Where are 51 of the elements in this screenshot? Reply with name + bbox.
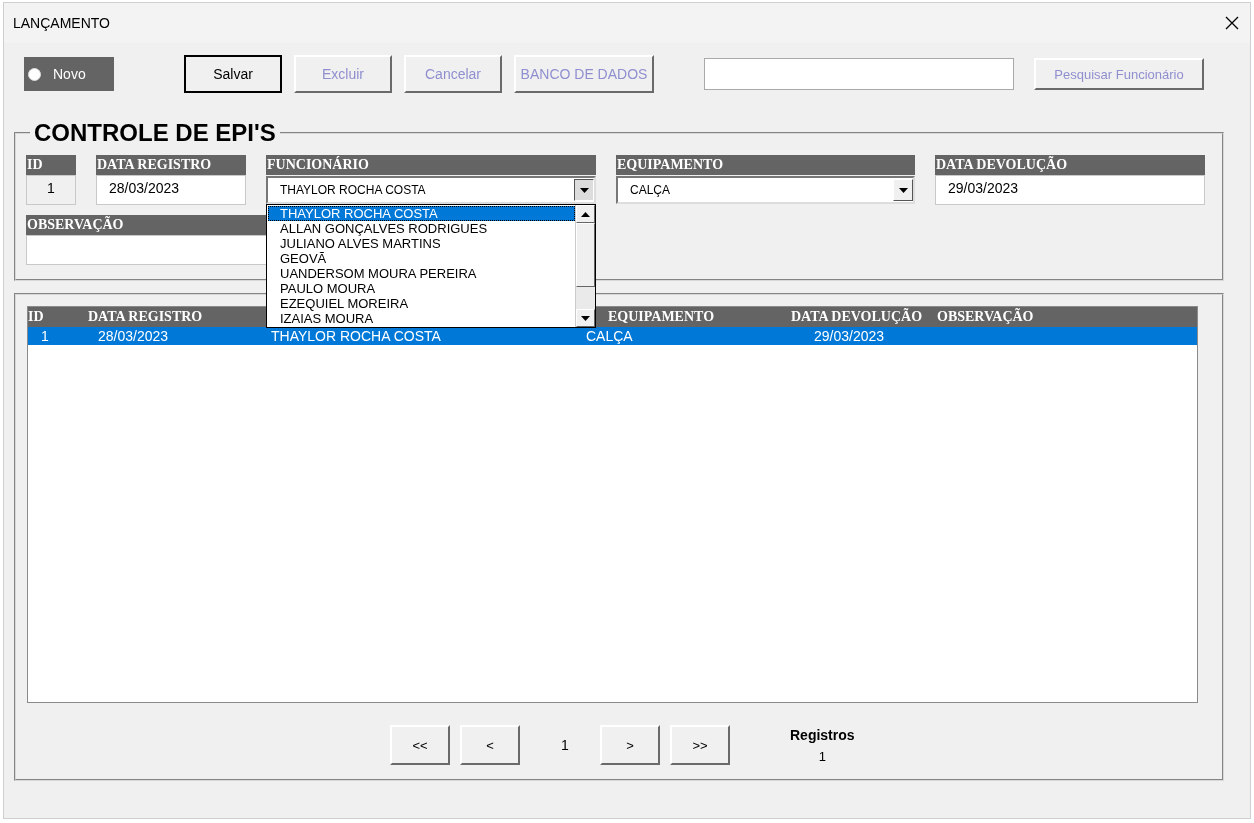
record-count: 1 [818, 749, 826, 764]
field-label: DATA DEVOLUÇÃO [935, 155, 1205, 175]
table-cell-text: 1 [40, 327, 50, 345]
toolbar-button[interactable]: Salvar [184, 55, 282, 93]
close-icon [1224, 15, 1240, 31]
search-field[interactable] [704, 58, 1014, 90]
radio-icon [28, 67, 41, 81]
combo-box[interactable]: CALÇA [616, 176, 915, 204]
column-header: EQUIPAMENTO [608, 308, 716, 326]
dropdown-list[interactable]: THAYLOR ROCHA COSTA ALLAN GONÇALVES RODRIGUES JULIANO ALVES MARTINS GEOVÃ UANDERSOM MOURA PEREIRA PAULO MOURA EZEQUIEL MOREIRA IZAIAS MOURA [266, 204, 596, 328]
close-button[interactable] [1224, 15, 1240, 31]
caret-down-icon [579, 187, 589, 193]
table-row[interactable]: 1 28/03/2023 THAYLOR ROCHA COSTA CALÇA 29/03/2023 [28, 327, 1197, 345]
column-header: DATA REGISTRO [88, 308, 204, 326]
scroll-thumb[interactable] [576, 223, 595, 287]
dropdown-option[interactable]: JULIANO ALVES MARTINS [268, 236, 575, 251]
table-cell-text: CALÇA [586, 327, 634, 345]
scroll-up-button[interactable] [576, 205, 595, 223]
table-cell-text: 28/03/2023 [97, 327, 170, 345]
dropdown-option[interactable]: IZAIAS MOURA [268, 311, 575, 326]
combo-box[interactable]: THAYLOR ROCHA COSTA [266, 176, 596, 204]
window-title: LANÇAMENTO [13, 15, 110, 31]
dropdown-button[interactable] [574, 179, 594, 201]
count-label: Registros [790, 727, 855, 743]
text-field[interactable]: 28/03/2023 [96, 175, 246, 205]
field-label: EQUIPAMENTO [616, 155, 915, 175]
page-number: 1 [560, 736, 570, 755]
toggle-label: Novo [53, 66, 86, 82]
prev-button[interactable]: < [460, 725, 520, 765]
arrow-down-icon [581, 315, 590, 321]
dropdown-option[interactable]: THAYLOR ROCHA COSTA [268, 206, 575, 221]
text-field[interactable]: 29/03/2023 [935, 175, 1205, 205]
form-title: CONTROLE DE EPI'S [33, 119, 277, 147]
dropdown-option[interactable]: GEOVÃ [268, 251, 575, 266]
dropdown-option[interactable]: UANDERSOM MOURA PEREIRA [268, 266, 575, 281]
novo-toggle[interactable]: Novo [24, 57, 114, 91]
first-button[interactable]: << [390, 725, 450, 765]
next-button[interactable]: > [600, 725, 660, 765]
column-header: ID [28, 308, 45, 326]
dropdown-option[interactable]: PAULO MOURA [268, 281, 575, 296]
column-header: DATA DEVOLUÇÃO [791, 307, 924, 326]
last-button[interactable]: >> [670, 725, 730, 765]
scroll-down-button[interactable] [576, 309, 595, 327]
field-label: DATA REGISTRO [96, 155, 246, 175]
column-header: OBSERVAÇÃO [937, 307, 1035, 326]
field-label: FUNCIONÁRIO [266, 155, 596, 175]
arrow-up-icon [581, 211, 590, 217]
field-label: ID [26, 155, 76, 175]
caret-down-icon [898, 187, 908, 193]
id-value: 1 [26, 175, 76, 205]
table-cell-text: 29/03/2023 [813, 327, 886, 345]
